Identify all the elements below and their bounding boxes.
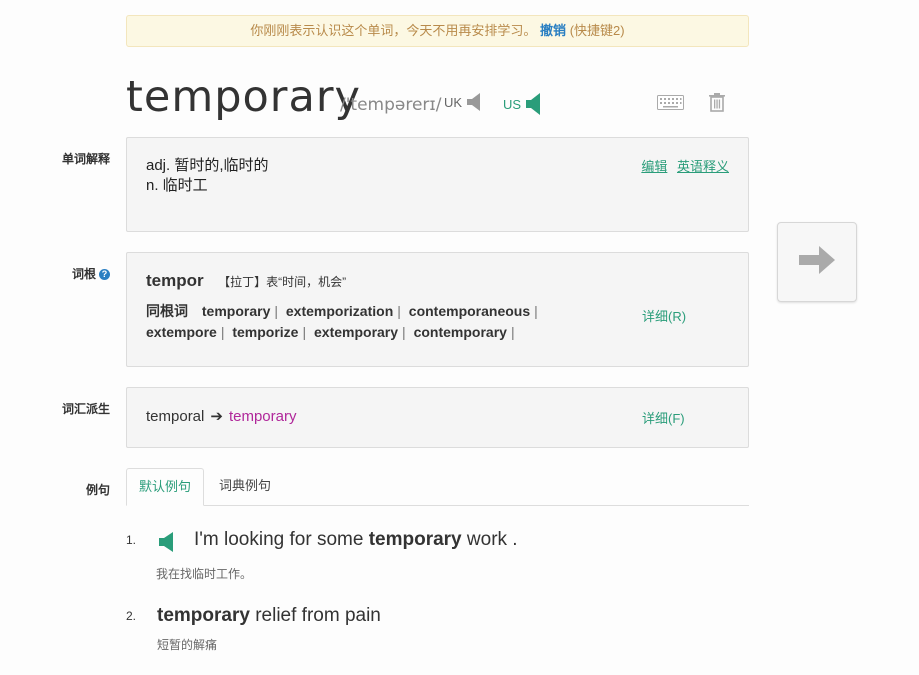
example-text: I'm looking for some (194, 529, 369, 550)
us-pronunciation-button[interactable]: US (503, 92, 543, 116)
cognates-list: 同根词 temporary | extemporization | contempo… (146, 303, 538, 340)
cognate-word[interactable]: extempore (146, 324, 217, 340)
speaker-icon[interactable] (466, 92, 484, 112)
us-label: US (503, 96, 522, 112)
root-label-text: 词根 (71, 267, 96, 281)
notice-text: 你刚刚表示认识这个单词，今天不用再安排学习。 (250, 23, 537, 38)
tab-default-examples[interactable]: 默认例句 (126, 468, 205, 506)
example-number: 1. (126, 533, 137, 547)
edit-link[interactable]: 编辑 (641, 159, 667, 174)
definitions-label: 单词解释 (61, 152, 110, 166)
example-text: work . (461, 529, 518, 550)
example-text: relief from pain (249, 605, 381, 626)
example-translation: 短暂的解痛 (157, 638, 218, 652)
example-number: 2. (126, 609, 137, 623)
trash-icon[interactable] (708, 92, 726, 117)
cognate-word[interactable]: temporary (202, 303, 270, 319)
cognate-word[interactable]: contemporaneous (409, 303, 530, 319)
example-keyword: temporary (368, 529, 462, 550)
help-icon[interactable]: ? (99, 269, 110, 280)
definition-links: 编辑 英语释义 (635, 157, 729, 177)
word-title: temporary (126, 72, 361, 122)
cognate-word[interactable]: extemporization (286, 303, 393, 319)
examples-label: 例句 (85, 483, 110, 497)
next-button[interactable] (777, 222, 857, 302)
arrow-right-icon: ➔ (210, 408, 223, 425)
undo-shortcut-hint: (快捷键2) (569, 23, 625, 38)
derivation-detail-link[interactable]: 详细(F) (642, 408, 685, 427)
derivation-target-word: temporary (228, 408, 297, 425)
root-meaning: 【拉丁】表“时间，机会” (218, 275, 347, 289)
root-label: 词根? (40, 265, 110, 282)
derivation-label: 词汇派生 (61, 402, 110, 416)
cognates-label: 同根词 (146, 303, 188, 319)
speaker-icon[interactable] (525, 92, 543, 116)
cognate-word[interactable]: temporize (232, 324, 298, 340)
cognate-word[interactable]: extemporary (314, 324, 398, 340)
tab-dictionary-examples[interactable]: 词典例句 (207, 468, 283, 506)
derivation-source-word[interactable]: temporal (146, 408, 204, 425)
notice-bar: 你刚刚表示认识这个单词，今天不用再安排学习。 撤销 (快捷键2) (126, 15, 749, 47)
keyboard-icon[interactable] (657, 95, 684, 115)
example-keyword: temporary (157, 605, 250, 626)
word-phonetic: /'tempərerɪ/ (340, 95, 442, 115)
root-detail-link[interactable]: 详细(R) (642, 306, 686, 325)
example-tabs: 默认例句 词典例句 (126, 468, 749, 506)
root-box: tempor 【拉丁】表“时间，机会” 同根词 temporary | extem… (126, 252, 749, 367)
example-sentence: temporary relief from pain (157, 605, 381, 627)
undo-link[interactable]: 撤销 (540, 23, 566, 38)
arrow-right-icon (798, 245, 836, 280)
speaker-icon[interactable] (158, 531, 175, 553)
example-sentence: I'm looking for some temporary work . (194, 529, 518, 551)
root-word: tempor (146, 271, 204, 290)
uk-label: UK (444, 94, 463, 110)
example-translation: 我在找临时工作。 (156, 567, 253, 581)
uk-pronunciation-button[interactable]: UK (444, 92, 484, 112)
cognate-word[interactable]: contemporary (414, 324, 507, 340)
derivation-box: temporal ➔ temporary 详细(F) (126, 387, 749, 448)
definitions-box: adj. 暂时的,临时的 n. 临时工 编辑 英语释义 (126, 137, 749, 232)
definition-line: n. 临时工 (146, 177, 208, 194)
english-definition-link[interactable]: 英语释义 (677, 159, 729, 174)
